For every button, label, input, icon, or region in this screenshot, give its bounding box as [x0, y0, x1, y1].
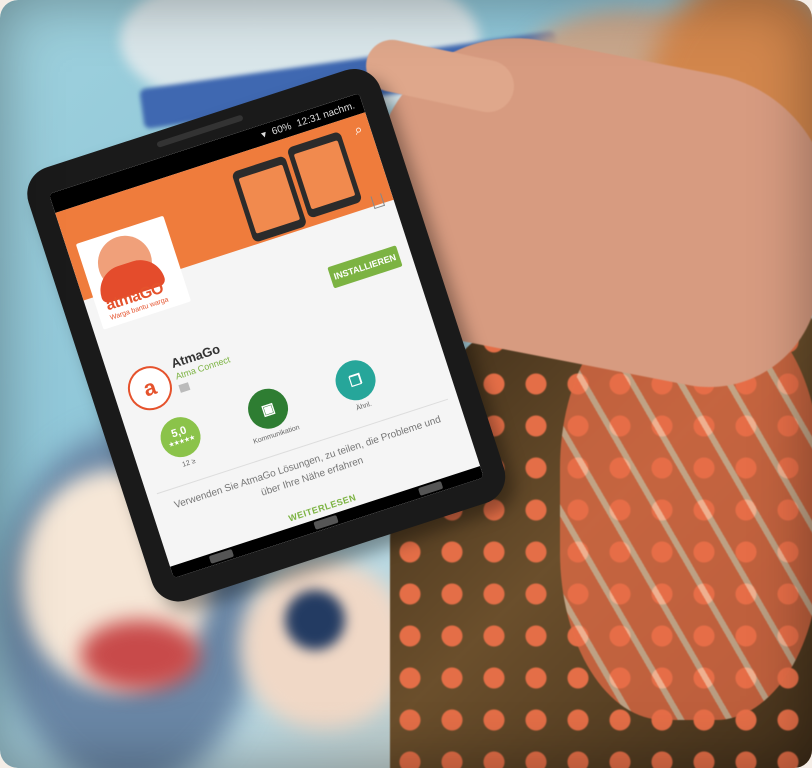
- category-badge-icon[interactable]: ▣: [242, 383, 294, 434]
- cartoon-mouth: [80, 620, 200, 690]
- battery-level: 60%: [270, 120, 293, 138]
- content-rating-icon: [178, 382, 191, 393]
- app-icon: a: [122, 360, 178, 416]
- photo: ▾ 60% 12:31 nachm. ⌕ atmaGO Warga bantu …: [0, 0, 812, 768]
- similar-apps-icon[interactable]: ❐: [330, 355, 381, 406]
- recents-button[interactable]: [417, 480, 444, 496]
- install-button[interactable]: INSTALLIEREN: [327, 245, 403, 289]
- home-button[interactable]: [313, 514, 339, 530]
- back-button[interactable]: [208, 548, 235, 564]
- search-icon[interactable]: ⌕: [352, 120, 365, 139]
- cartoon-eye: [285, 590, 345, 650]
- rating-badge[interactable]: 5,0 ★★★★★: [155, 411, 206, 463]
- signal-icon: ▾: [259, 128, 269, 141]
